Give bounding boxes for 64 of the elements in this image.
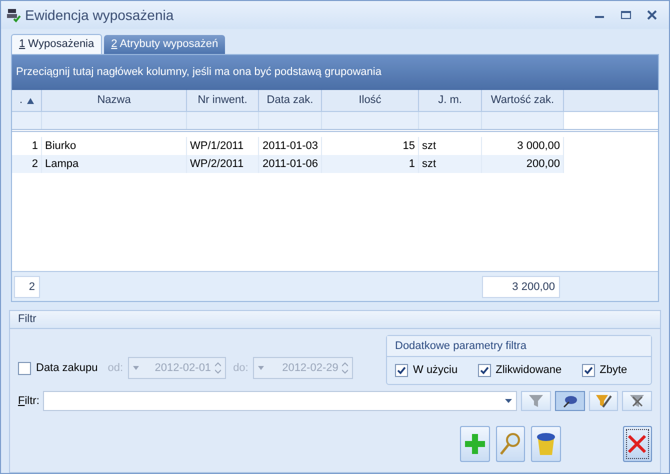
table-row[interactable]: 2 Lampa WP/2/2011 2011-01-06 1 szt 200,00 — [12, 155, 564, 173]
dropdown-icon — [505, 399, 512, 403]
filter-field[interactable] — [43, 391, 518, 411]
filter-row-cell[interactable] — [187, 112, 259, 129]
plus-icon — [462, 432, 487, 456]
checkbox[interactable] — [478, 364, 491, 377]
field-label: od: — [108, 360, 124, 376]
table-cell: 2 — [12, 155, 42, 173]
table-cell: 200,00 — [482, 155, 564, 173]
app-icon — [5, 7, 21, 23]
checkbox-label: Zlikwidowane — [496, 363, 562, 378]
table-cell: szt — [419, 155, 482, 173]
close-icon[interactable] — [647, 10, 657, 20]
filter-row-cell[interactable] — [42, 112, 187, 129]
magnifier-icon — [498, 432, 522, 456]
table-cell: WP/2/2011 — [187, 155, 259, 173]
checkbox-label: Data zakupu — [36, 360, 98, 376]
funnel-clear-icon — [629, 393, 646, 409]
add-button[interactable] — [460, 426, 490, 462]
filter-button[interactable] — [588, 391, 618, 411]
checkbox[interactable] — [395, 364, 408, 377]
panel-title: Dodatkowe parametry filtra — [395, 338, 526, 354]
tab[interactable]: 2 Atrybuty wyposażeń — [104, 35, 226, 54]
total-value: 3 200,00 — [482, 276, 560, 298]
funnel-pencil-icon — [594, 393, 613, 409]
sort-ascending-icon — [26, 98, 34, 104]
checkbox-label: Zbyte — [600, 363, 628, 378]
filter-row-cell[interactable] — [12, 112, 42, 129]
filter-button[interactable] — [555, 391, 585, 411]
column-header[interactable]: J. m. — [419, 90, 482, 111]
column-header[interactable]: Ilość — [322, 90, 419, 111]
column-header[interactable]: Nazwa — [42, 90, 187, 111]
column-header[interactable]: . — [12, 90, 42, 111]
dropdown-icon[interactable] — [258, 366, 264, 370]
row-count: 2 — [14, 276, 40, 298]
filter-label: Filtr: — [18, 394, 40, 409]
funnel-icon — [528, 393, 544, 409]
filter-row-cell[interactable] — [482, 112, 564, 129]
table-cell: 1 — [322, 155, 419, 173]
filter-row-cell[interactable] — [419, 112, 482, 129]
spinner-arrows-icon[interactable] — [342, 362, 348, 374]
maximize-icon[interactable] — [621, 10, 631, 20]
search-button[interactable] — [496, 426, 525, 462]
column-header[interactable]: Nr inwent. — [187, 90, 259, 111]
checkbox[interactable] — [18, 362, 31, 374]
filter-button[interactable] — [622, 391, 652, 411]
column-header[interactable]: Data zak. — [259, 90, 322, 111]
pushpin-icon — [562, 393, 578, 409]
close-button[interactable] — [622, 426, 652, 462]
spinner-arrows-icon[interactable] — [215, 362, 222, 374]
delete-button[interactable] — [531, 426, 560, 462]
filter-row-cell[interactable] — [259, 112, 322, 129]
table-cell: Lampa — [42, 155, 187, 173]
group-hint: Przeciągnij tutaj nagłówek kolumny, jeśli ma ona być podstawą grupowania — [16, 65, 382, 80]
window-title: Ewidencja wyposażenia — [25, 6, 174, 25]
cross-icon — [626, 433, 648, 455]
table-cell: 2011-01-06 — [259, 155, 322, 173]
dropdown-icon[interactable] — [133, 366, 140, 370]
section-title: Filtr — [18, 312, 36, 328]
checkbox-label: W użyciu — [413, 363, 458, 378]
checkbox[interactable] — [582, 364, 595, 377]
field-label: do: — [233, 360, 248, 376]
tab[interactable]: 1 Wyposażenia — [11, 34, 102, 54]
filter-row-cell[interactable] — [322, 112, 419, 129]
